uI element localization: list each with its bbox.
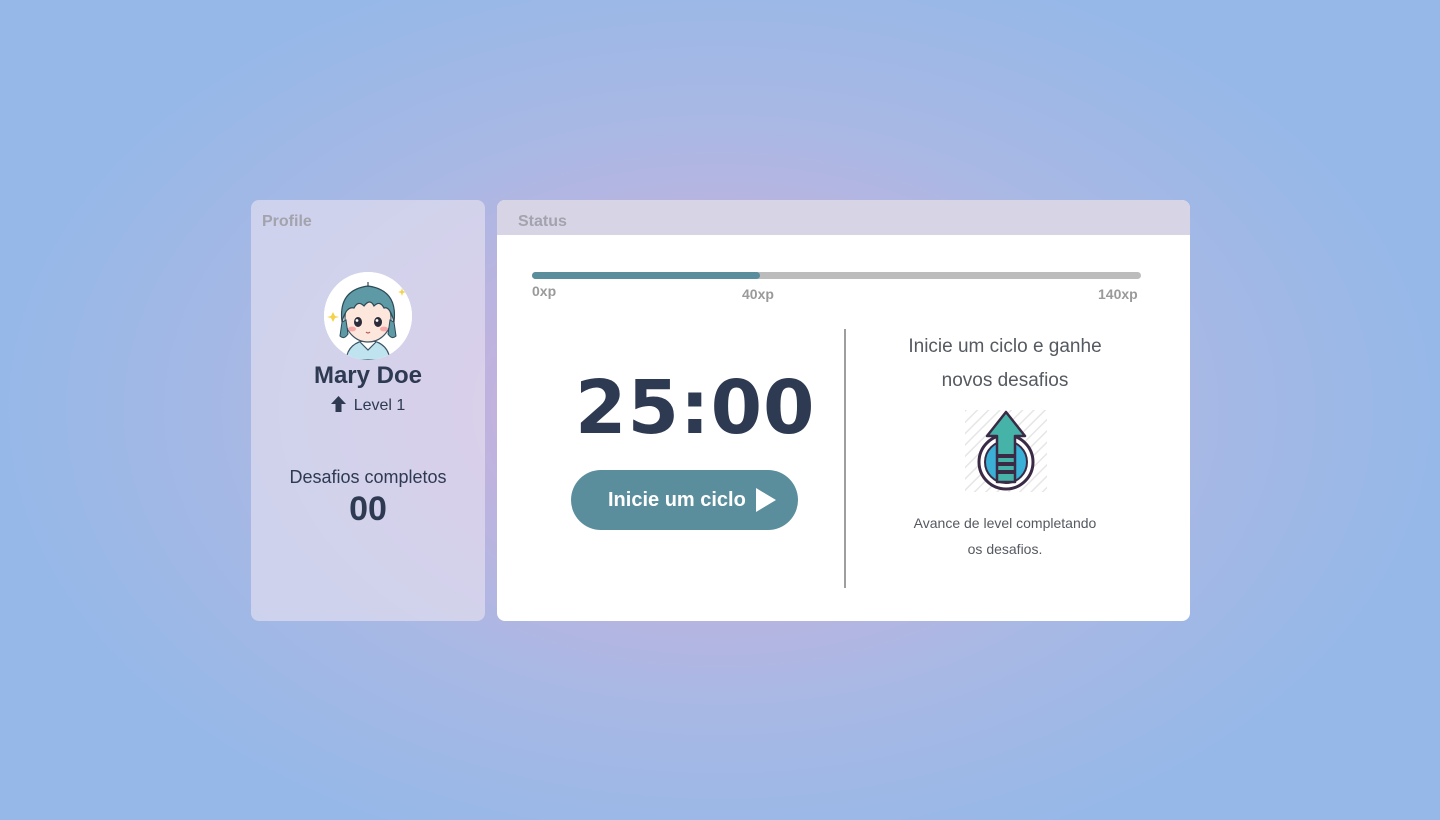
start-cycle-label: Inicie um ciclo: [608, 488, 746, 511]
avatar: [324, 272, 412, 360]
status-card: Status 0xp 40xp 140xp 25:00 Inicie um ci…: [497, 200, 1190, 621]
xp-current-label: 40xp: [742, 286, 774, 302]
promo-title-line-1: Inicie um ciclo e ganhe: [908, 336, 1102, 357]
user-name: Mary Doe: [313, 362, 423, 389]
xp-max-label: 140xp: [1098, 286, 1138, 302]
promo-text-line-2: os desafios.: [967, 541, 1043, 557]
countdown-timer: 25:00: [575, 365, 816, 451]
promo-text-line-1: Avance de level completando: [913, 515, 1097, 531]
profile-title: Profile: [262, 213, 312, 230]
avatar-girl-icon: [324, 272, 412, 360]
level-label: Level 1: [353, 397, 406, 414]
xp-progress-fill: [532, 272, 761, 279]
profile-card: Profile Mary Doe Level 1 Desafios comple…: [251, 200, 485, 621]
status-title: Status: [518, 213, 567, 230]
level-up-badge-icon: [965, 410, 1047, 497]
level-row: Level 1: [251, 396, 485, 417]
promo-text: Avance de level completando os desafios.: [895, 510, 1115, 562]
challenges-label: Desafios completos: [289, 467, 447, 487]
promo-title: Inicie um ciclo e ganhe novos desafios: [887, 330, 1123, 398]
xp-progress-bar: [532, 272, 1141, 279]
promo-title-line-2: novos desafios: [941, 370, 1069, 391]
xp-min-label: 0xp: [532, 283, 557, 299]
status-header: Status: [497, 200, 1190, 235]
level-up-arrow-icon: [330, 396, 346, 417]
challenges-count: 00: [349, 490, 387, 528]
start-cycle-button[interactable]: Inicie um ciclo: [571, 470, 798, 530]
vertical-divider: [844, 329, 846, 588]
play-icon: [756, 488, 776, 518]
